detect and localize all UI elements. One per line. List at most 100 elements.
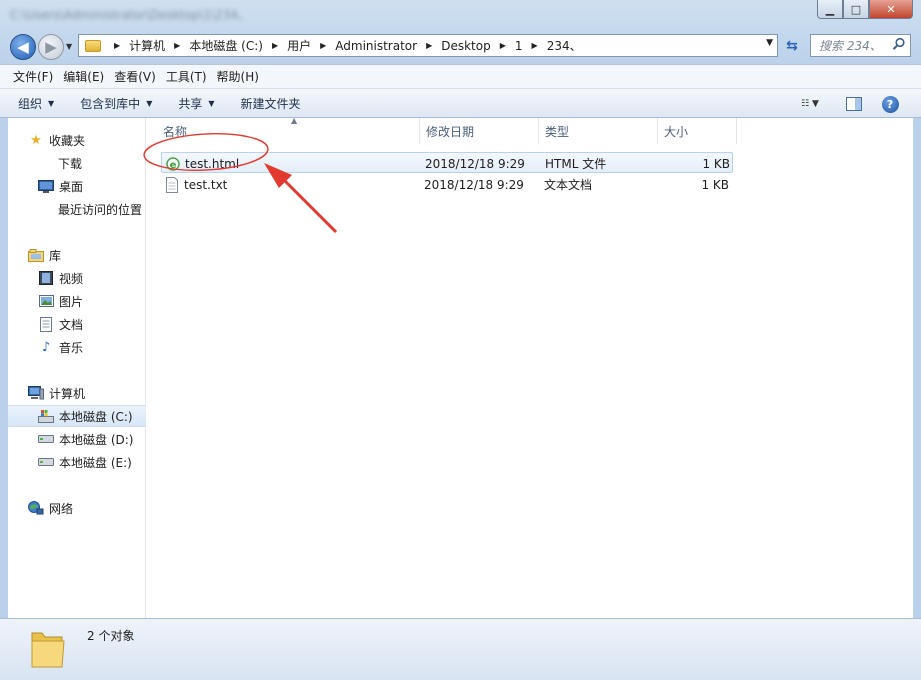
- ie-html-icon: e: [166, 156, 180, 171]
- address-dropdown-icon[interactable]: ▼: [766, 38, 773, 48]
- sidebar-item-recent[interactable]: 最近访问的位置: [8, 198, 146, 220]
- sidebar-label: 收藏夹: [49, 133, 86, 148]
- share-button[interactable]: 共享 ▼: [178, 95, 214, 112]
- minimize-button[interactable]: ▁: [817, 0, 843, 19]
- breadcrumb-item[interactable]: Desktop: [441, 39, 491, 53]
- picture-icon: [38, 293, 54, 309]
- drive-icon: [38, 431, 54, 447]
- column-header-size[interactable]: 大小: [658, 118, 737, 144]
- sidebar-item-pictures[interactable]: 图片: [8, 290, 146, 312]
- address-bar[interactable]: ▶ 计算机 ▶ 本地磁盘 (C:) ▶ 用户 ▶ Administrator ▶ Desktop…: [78, 34, 778, 57]
- column-label: 名称: [163, 124, 188, 139]
- sidebar-label: 库: [49, 248, 62, 263]
- file-name: test.html: [185, 156, 240, 171]
- document-icon: [38, 316, 54, 332]
- computer-icon: [28, 385, 44, 401]
- library-icon: [28, 247, 44, 263]
- breadcrumb-sep-icon[interactable]: ▶: [272, 41, 278, 50]
- sidebar-label: 本地磁盘 (E:): [59, 455, 132, 470]
- search-placeholder: 搜索 234、: [819, 39, 882, 53]
- breadcrumb-item[interactable]: 1: [515, 39, 523, 53]
- sidebar-item-drive-d[interactable]: 本地磁盘 (D:): [8, 428, 146, 450]
- breadcrumb-item[interactable]: 本地磁盘 (C:): [189, 37, 263, 54]
- chevron-down-icon: ▼: [48, 98, 55, 108]
- file-name: test.txt: [184, 177, 228, 192]
- back-button[interactable]: ◀: [10, 34, 36, 60]
- search-icon[interactable]: [892, 37, 906, 51]
- breadcrumb-item[interactable]: 用户: [287, 37, 311, 54]
- sidebar-item-network[interactable]: 网络: [8, 497, 146, 519]
- command-bar: 组织 ▼ 包含到库中 ▼ 共享 ▼ 新建文件夹 ☷ ▼ ?: [0, 88, 921, 118]
- file-name-cell: test.txt: [165, 174, 227, 195]
- sidebar-item-music[interactable]: ♪ 音乐: [8, 336, 146, 358]
- navigation-row: ◀ ▶ ▼ ▶ 计算机 ▶ 本地磁盘 (C:) ▶ 用户 ▶ Administrator ▶ D…: [0, 30, 921, 62]
- music-icon: ♪: [41, 339, 51, 355]
- recent-pages-icon[interactable]: ▼: [66, 42, 72, 51]
- close-button[interactable]: ✕: [869, 0, 913, 19]
- column-label: 类型: [545, 124, 570, 139]
- menu-tools[interactable]: 工具(T): [161, 68, 212, 85]
- sidebar-item-desktop[interactable]: 桌面: [8, 175, 146, 197]
- sidebar-label: 音乐: [59, 340, 84, 355]
- sidebar-label: 计算机: [49, 386, 86, 401]
- sidebar-item-favorites[interactable]: ★ 收藏夹: [8, 129, 146, 151]
- menu-file[interactable]: 文件(F): [8, 68, 58, 85]
- breadcrumb: 计算机 ▶ 本地磁盘 (C:) ▶ 用户 ▶ Administrator ▶ Desktop ▶ 1…: [129, 37, 581, 54]
- sidebar-label: 文档: [59, 317, 84, 332]
- network-icon: [28, 500, 44, 516]
- navigation-pane: ★ 收藏夹 下载 桌面 最近访问的位置 库 视频 图片 文档 ♪ 音乐 计算机 …: [8, 118, 146, 618]
- organize-button[interactable]: 组织 ▼: [18, 95, 54, 112]
- forward-button[interactable]: ▶: [38, 34, 64, 60]
- sidebar-item-downloads[interactable]: 下载: [8, 152, 146, 174]
- window-title: C:\Users\Administrator\Desktop\1\234、: [10, 8, 251, 22]
- menu-help[interactable]: 帮助(H): [212, 68, 264, 85]
- change-view-icon[interactable]: ☷ ▼: [790, 93, 830, 115]
- sidebar-item-computer[interactable]: 计算机: [8, 382, 146, 404]
- breadcrumb-sep-icon[interactable]: ▶: [426, 41, 432, 50]
- table-row[interactable]: test.txt 2018/12/18 9:29 文本文档 1 KB: [161, 174, 733, 195]
- chevron-down-icon: ▼: [208, 98, 215, 108]
- include-in-library-button[interactable]: 包含到库中 ▼: [80, 95, 152, 112]
- breadcrumb-sep-icon[interactable]: ▶: [500, 41, 506, 50]
- content-area: ★ 收藏夹 下载 桌面 最近访问的位置 库 视频 图片 文档 ♪ 音乐 计算机 …: [8, 116, 913, 618]
- column-header-type[interactable]: 类型: [539, 118, 658, 144]
- share-label: 共享: [178, 96, 203, 111]
- sidebar-item-drive-e[interactable]: 本地磁盘 (E:): [8, 451, 146, 473]
- table-row[interactable]: e test.html 2018/12/18 9:29 HTML 文件 1 KB: [161, 152, 733, 173]
- breadcrumb-sep-icon[interactable]: ▶: [320, 41, 326, 50]
- menu-view[interactable]: 查看(V): [109, 68, 161, 85]
- sidebar-item-libraries[interactable]: 库: [8, 244, 146, 266]
- star-icon: ★: [30, 132, 42, 148]
- menu-edit[interactable]: 编辑(E): [58, 68, 109, 85]
- file-type: 文本文档: [544, 178, 593, 192]
- breadcrumb-sep-icon[interactable]: ▶: [174, 41, 180, 50]
- column-header-date[interactable]: 修改日期: [420, 118, 539, 144]
- menu-bar: 文件(F) 编辑(E) 查看(V) 工具(T) 帮助(H): [0, 64, 921, 88]
- status-bar: 2 个对象: [0, 618, 921, 680]
- column-label: 大小: [664, 124, 689, 139]
- new-folder-button[interactable]: 新建文件夹: [241, 95, 301, 112]
- breadcrumb-sep-icon[interactable]: ▶: [114, 41, 120, 50]
- breadcrumb-sep-icon[interactable]: ▶: [532, 41, 538, 50]
- sidebar-item-drive-c[interactable]: 本地磁盘 (C:): [8, 405, 146, 427]
- column-header-name[interactable]: 名称 ▲: [157, 116, 420, 144]
- sidebar-item-videos[interactable]: 视频: [8, 267, 146, 289]
- help-glyph: ?: [881, 95, 899, 113]
- refresh-icon[interactable]: ⇆: [781, 36, 803, 56]
- sidebar-label: 本地磁盘 (D:): [59, 432, 134, 447]
- preview-pane-icon[interactable]: [845, 93, 863, 115]
- maximize-button[interactable]: □: [843, 0, 869, 19]
- sidebar-item-documents[interactable]: 文档: [8, 313, 146, 335]
- breadcrumb-item[interactable]: Administrator: [335, 39, 417, 53]
- breadcrumb-item[interactable]: 234、: [547, 37, 582, 54]
- column-label: 修改日期: [426, 124, 475, 139]
- file-name-cell: e test.html: [166, 153, 239, 174]
- breadcrumb-item[interactable]: 计算机: [129, 37, 165, 54]
- file-date: 2018/12/18 9:29: [425, 156, 525, 171]
- help-icon[interactable]: ?: [880, 93, 900, 115]
- chevron-down-icon: ▼: [146, 98, 153, 108]
- desktop-icon: [38, 178, 54, 194]
- system-drive-icon: [38, 408, 54, 424]
- search-input[interactable]: 搜索 234、: [810, 34, 911, 57]
- text-file-icon: [166, 176, 178, 193]
